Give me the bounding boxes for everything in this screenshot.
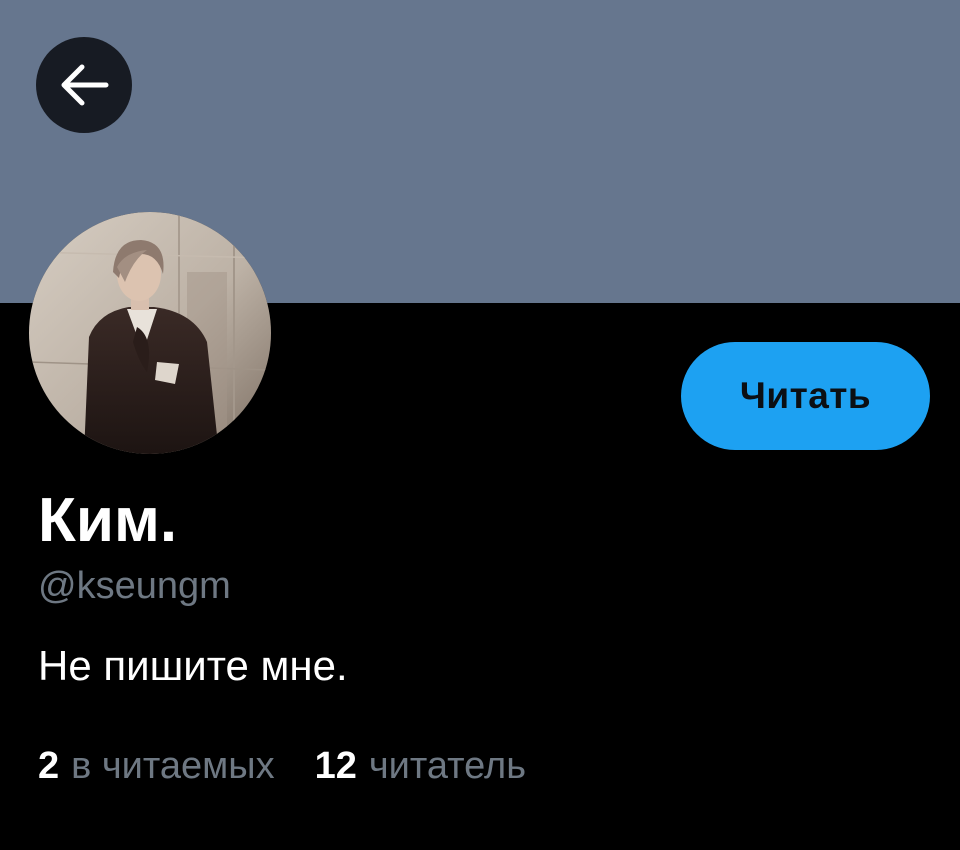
profile-bio: Не пишите мне. [38,642,348,689]
following-label: в читаемых [71,745,275,787]
following-stat[interactable]: 2 в читаемых [38,747,275,785]
display-name: Ким. [38,486,178,555]
followers-label: читатель [368,745,526,787]
arrow-left-icon [58,63,110,107]
back-button[interactable] [36,37,132,133]
followers-count: 12 [314,745,357,787]
profile-page: Читать Ким. @kseungm Не пишите мне. 2 в … [0,0,960,850]
follow-button[interactable]: Читать [681,342,930,450]
following-count: 2 [38,745,60,787]
avatar[interactable] [29,212,271,454]
followers-stat[interactable]: 12 читатель [315,747,526,785]
username-handle: @kseungm [38,565,231,607]
profile-stats: 2 в читаемых 12 читатель [38,747,526,785]
